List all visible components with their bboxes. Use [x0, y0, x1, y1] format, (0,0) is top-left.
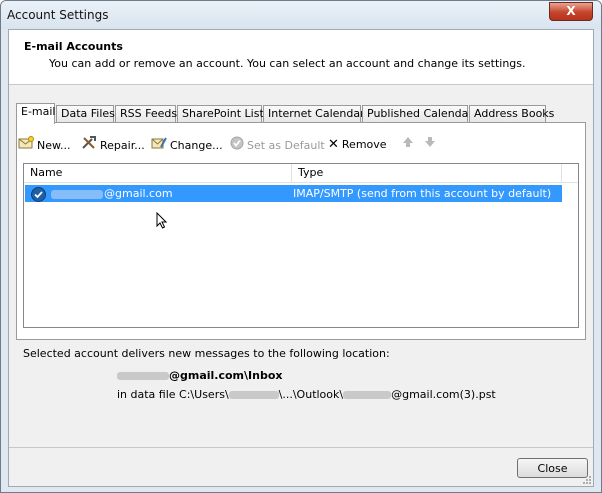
resize-grip-icon[interactable]: [582, 475, 592, 485]
tab-sharepoint-lists[interactable]: SharePoint Lists: [177, 105, 270, 122]
datafile-prefix: in data file C:\Users\: [117, 388, 229, 401]
mouse-cursor-icon: [156, 211, 168, 232]
repair-tools-icon: [81, 136, 97, 156]
window-close-icon[interactable]: X: [549, 2, 593, 21]
move-up-button[interactable]: [402, 136, 417, 154]
set-as-default-label: Set as Default: [247, 139, 325, 152]
list-header: Name Type: [24, 164, 578, 183]
inbox-path: @gmail.com\Inbox: [169, 369, 283, 382]
accounts-list[interactable]: Name Type @gmail.com IMAP/SMTP (send fro…: [23, 163, 579, 328]
footer-divider: [9, 447, 593, 448]
redacted-username: [51, 189, 103, 199]
tab-address-books[interactable]: Address Books: [469, 105, 554, 122]
tab-rss-feeds[interactable]: RSS Feeds: [115, 105, 177, 122]
remove-button-label: Remove: [341, 138, 387, 151]
redacted-user-folder: [228, 391, 279, 399]
redacted-username: [117, 372, 169, 380]
new-button-label: New...: [37, 139, 71, 152]
column-header-name[interactable]: Name: [24, 164, 292, 182]
datafile-middle: \...\Outlook\: [278, 388, 344, 401]
account-type-cell: IMAP/SMTP (send from this account by def…: [293, 187, 552, 200]
tab-email[interactable]: E-mail: [16, 103, 56, 124]
table-row[interactable]: @gmail.com IMAP/SMTP (send from this acc…: [25, 185, 562, 229]
arrow-up-icon: [402, 136, 414, 154]
change-button[interactable]: Change...: [151, 136, 223, 154]
redacted-username: [343, 391, 392, 399]
account-settings-window: Account Settings X E-mail Accounts You c…: [0, 0, 602, 493]
delivery-inbox: @gmail.com\Inbox: [117, 369, 283, 382]
new-button[interactable]: New...: [18, 136, 70, 154]
new-mail-icon: [18, 136, 34, 156]
change-account-icon: [151, 136, 167, 156]
tab-internet-calendars[interactable]: Internet Calendars: [263, 105, 370, 122]
section-title: E-mail Accounts: [24, 40, 123, 53]
tab-published-calendars[interactable]: Published Calendars: [362, 105, 479, 122]
section-subtitle: You can add or remove an account. You ca…: [49, 57, 526, 70]
arrow-down-icon: [424, 136, 436, 154]
delivery-datafile: in data file C:\Users\ \...\Outlook\ @gmai…: [117, 388, 496, 401]
dialog-client: E-mail Accounts You can add or remove an…: [8, 29, 594, 487]
account-name-suffix: @gmail.com: [104, 187, 173, 200]
change-button-label: Change...: [170, 139, 223, 152]
repair-button-label: Repair...: [100, 139, 145, 152]
header-band: E-mail Accounts You can add or remove an…: [9, 30, 593, 85]
default-account-check-icon: [31, 187, 46, 202]
window-title: Account Settings: [7, 8, 109, 22]
account-name-cell: @gmail.com: [51, 185, 173, 202]
remove-button[interactable]: ✕ Remove: [328, 136, 387, 154]
repair-button[interactable]: Repair...: [81, 136, 145, 154]
close-button[interactable]: Close: [517, 458, 588, 478]
title-bar[interactable]: Account Settings X: [1, 1, 601, 29]
column-header-type[interactable]: Type: [292, 164, 562, 182]
set-as-default-button[interactable]: Set as Default: [230, 136, 325, 154]
tab-data-files[interactable]: Data Files: [56, 105, 115, 122]
set-default-icon: [230, 136, 244, 156]
move-down-button[interactable]: [424, 136, 439, 154]
datafile-suffix: @gmail.com(3).pst: [391, 388, 496, 401]
delivery-label: Selected account delivers new messages t…: [23, 347, 390, 360]
remove-icon: ✕: [328, 137, 339, 152]
